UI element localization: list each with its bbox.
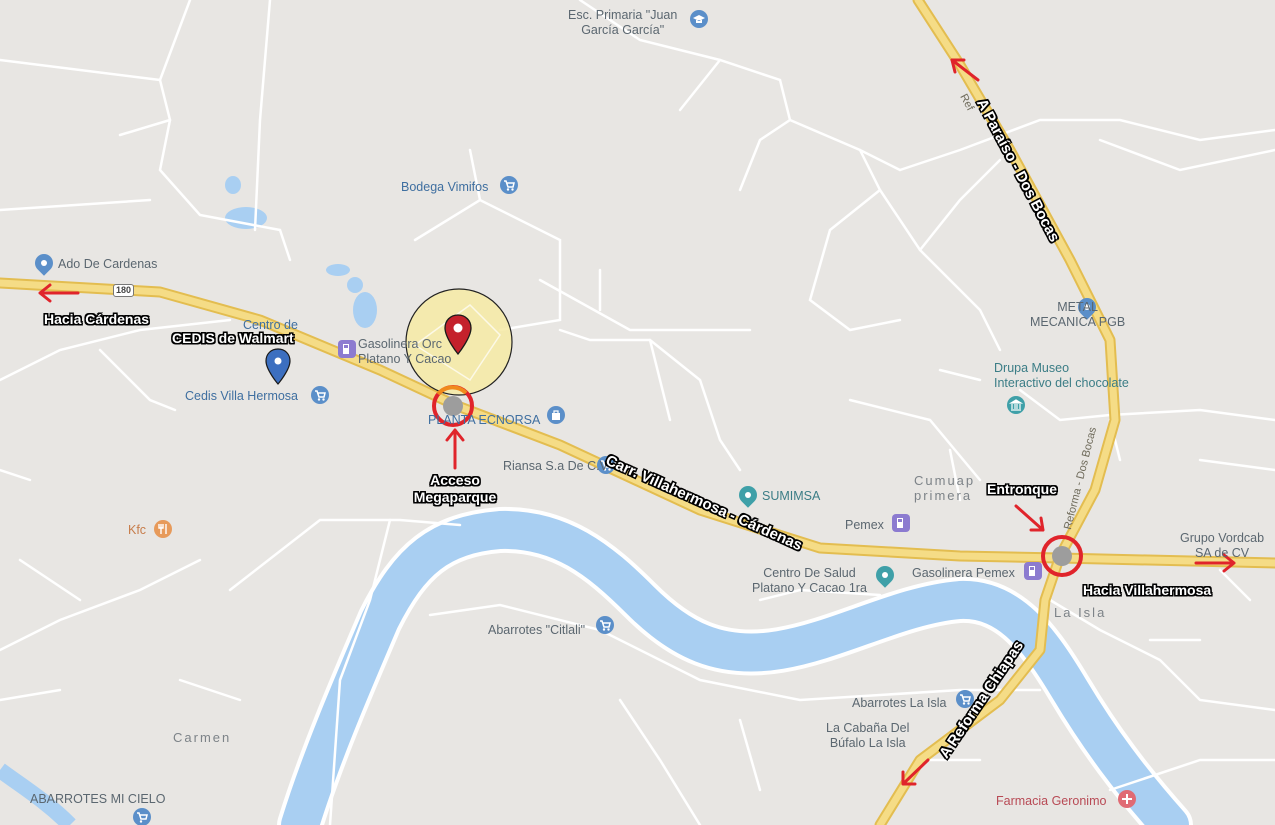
annotation-acceso-line1: Acceso [430,472,480,488]
label-gasolinera-line1: Gasolinera Orc [358,337,443,351]
label-metal-line2: MECANICA PGB [1030,315,1126,329]
label-drupa[interactable]: Drupa Museo Interactivo del chocolate [994,361,1129,391]
school-icon[interactable] [690,10,708,28]
label-gasolinera-line2: Platano Y Cacao [358,352,452,366]
ponds [225,176,377,328]
label-escuela-line2: García García" [581,23,665,37]
plus-icon[interactable] [1118,790,1136,808]
label-metal[interactable]: METAL MECANICA PGB [1030,300,1125,330]
museum-icon[interactable] [1007,396,1025,414]
map-pin-icon[interactable] [264,348,292,386]
label-kfc[interactable]: Kfc [128,523,146,538]
label-metal-line1: METAL [1057,300,1098,314]
label-sumimsa[interactable]: SUMIMSA [762,489,820,504]
label-carmen: Carmen [173,730,232,745]
annotation-hacia-cardenas: Hacia Cárdenas [44,311,150,327]
annotation-acceso-megaparque: Acceso Megaparque [403,472,507,506]
label-cumuapa-line1: Cumuap [914,473,976,488]
shopping-cart-icon[interactable] [311,386,329,404]
label-pemex[interactable]: Pemex [845,518,884,533]
label-escuela-line1: Esc. Primaria "Juan [568,8,678,22]
label-grupo-line2: SA de CV [1194,546,1250,560]
map-base-layer [0,0,1275,825]
label-planta[interactable]: PLANTA ECNORSA [428,413,540,428]
label-cumuapa: Cumuap primera [914,473,975,503]
shopping-bag-icon[interactable] [547,406,565,424]
label-cedis-villa[interactable]: Cedis Villa Hermosa [185,389,298,404]
annotation-cedis-walmart: CEDIS de Walmart [172,330,294,346]
gas-station-icon[interactable] [338,340,356,358]
label-abarrotes-citlali[interactable]: Abarrotes "Citlali" [488,623,585,638]
map-canvas[interactable]: 180 Esc. Primaria "Juan García García" B… [0,0,1275,825]
restaurant-icon[interactable] [154,520,172,538]
label-grupo-line1: Grupo Vordcab [1180,531,1265,545]
label-cabana-line1: La Cabaña Del [826,721,910,735]
label-cabana[interactable]: La Cabaña Del Búfalo La Isla [826,721,909,751]
route-shield: 180 [113,284,135,297]
annotation-acceso-line2: Megaparque [413,489,497,505]
label-ado[interactable]: Ado De Cardenas [58,257,157,272]
label-bodega[interactable]: Bodega Vimifos [401,180,488,195]
label-cabana-line2: Búfalo La Isla [829,736,906,750]
shopping-cart-icon[interactable] [133,808,151,825]
label-abarrotes-mi-cielo[interactable]: ABARROTES MI CIELO [30,792,165,807]
gas-station-icon[interactable] [892,514,910,532]
label-centro-salud-line2: Platano Y Cacao 1ra [752,581,867,595]
label-centro-salud-line1: Centro De Salud [763,566,856,580]
label-escuela[interactable]: Esc. Primaria "Juan García García" [568,8,677,38]
shopping-cart-icon[interactable] [500,176,518,194]
junction-point-marker[interactable] [1039,533,1085,579]
label-farmacia[interactable]: Farmacia Geronimo [996,794,1106,809]
label-drupa-line2: Interactivo del chocolate [994,376,1129,390]
label-cumuapa-line2: primera [914,488,973,503]
label-riansa[interactable]: Riansa S.a De C.V [503,459,608,474]
label-gasolinera[interactable]: Gasolinera Orc Platano Y Cacao [358,337,451,367]
shopping-cart-icon[interactable] [596,616,614,634]
label-abarrotes-la-isla[interactable]: Abarrotes La Isla [852,696,947,711]
annotation-hacia-villahermosa: Hacia Villahermosa [1083,582,1212,598]
label-grupo[interactable]: Grupo Vordcab SA de CV [1180,531,1264,561]
annotation-entronque: Entronque [987,481,1057,497]
label-gasolinera-pemex[interactable]: Gasolinera Pemex [912,566,1015,581]
gas-station-icon[interactable] [1024,562,1042,580]
label-centro-salud[interactable]: Centro De Salud Platano Y Cacao 1ra [752,566,867,596]
label-la-isla: La Isla [1054,605,1107,620]
label-drupa-line1: Drupa Museo [994,361,1070,375]
